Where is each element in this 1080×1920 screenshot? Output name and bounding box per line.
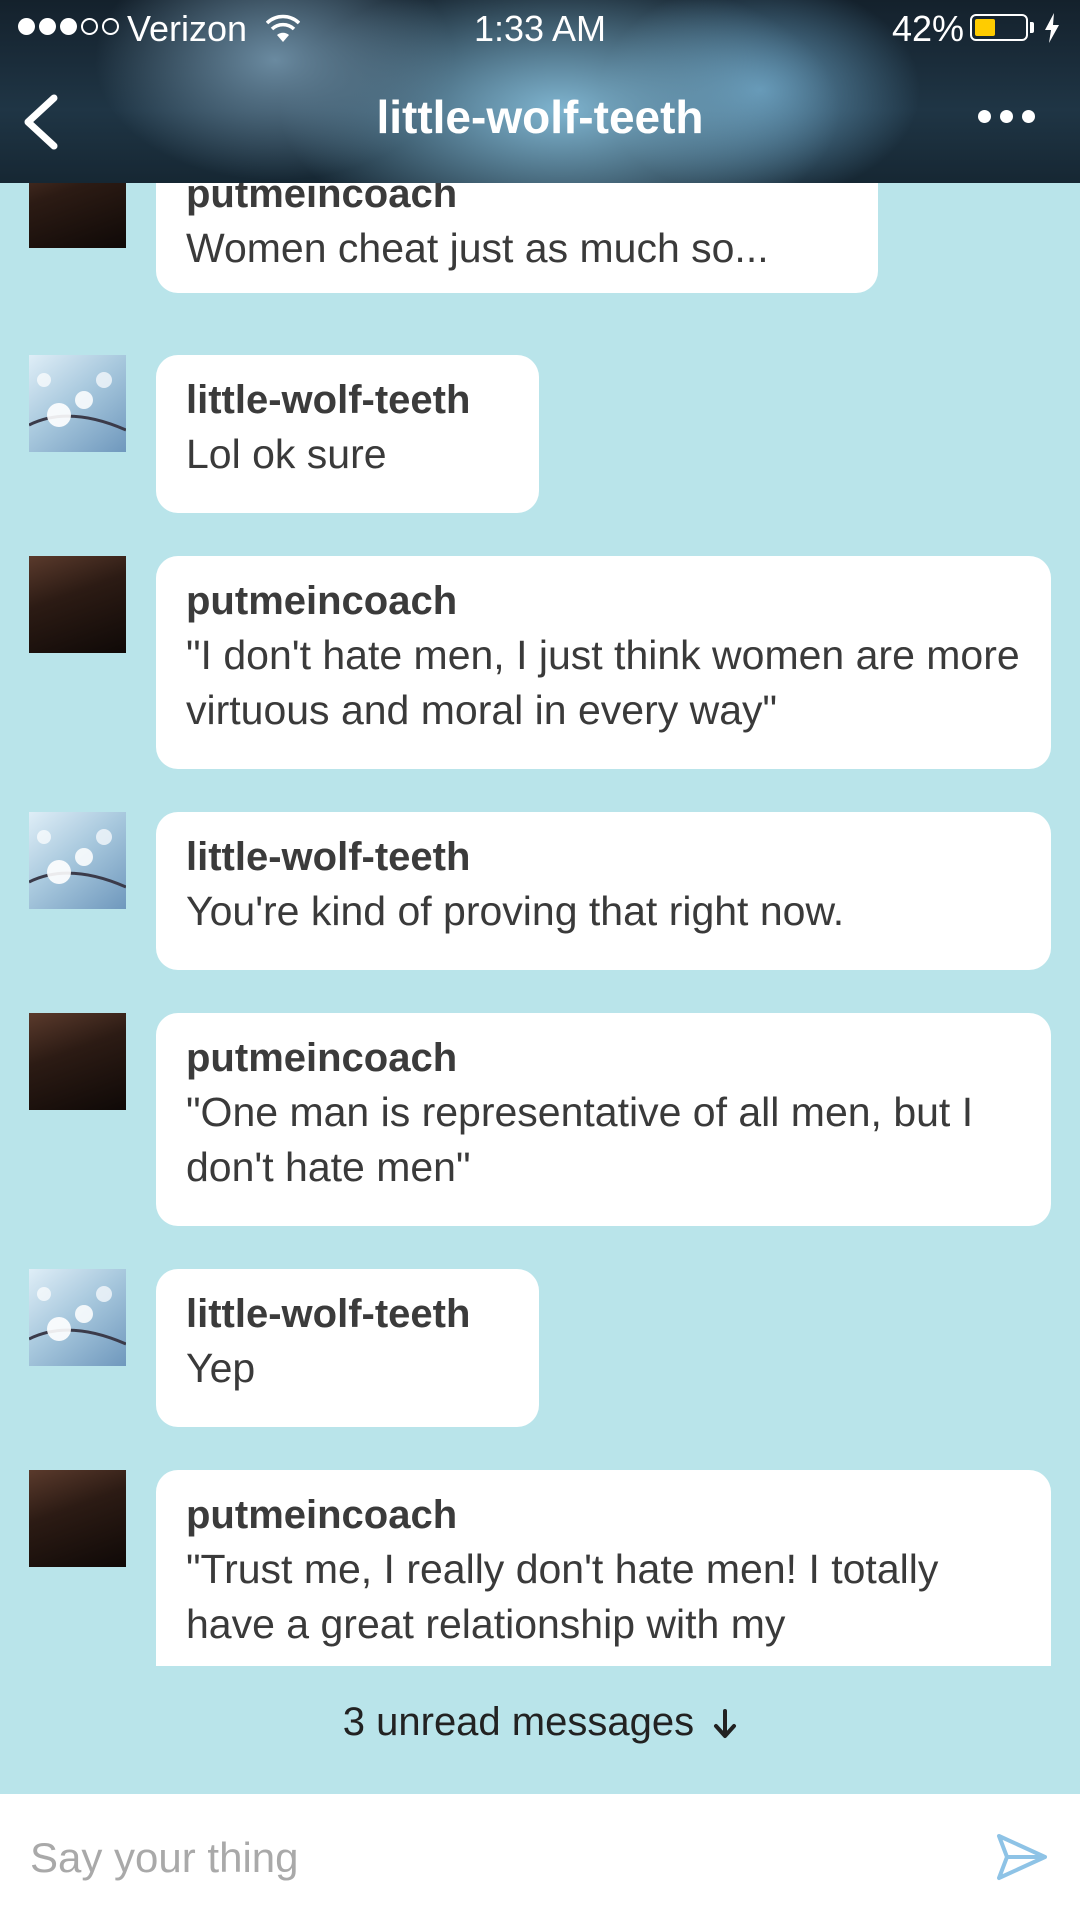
battery-level-fill bbox=[975, 19, 995, 36]
message-list[interactable]: putmeincoach Women cheat just as much so… bbox=[0, 183, 1080, 1666]
battery-percent: 42% bbox=[892, 8, 965, 49]
message-bubble: putmeincoach "I don't hate men, I just t… bbox=[156, 556, 1051, 769]
arrow-down-icon bbox=[714, 1709, 737, 1739]
message-bubble: putmeincoach Women cheat just as much so… bbox=[156, 183, 878, 293]
flower-avatar[interactable] bbox=[29, 1269, 126, 1366]
conversation-title: little-wolf-teeth bbox=[376, 91, 704, 143]
message-text: Lol ok sure bbox=[186, 431, 387, 477]
message-composer bbox=[0, 1794, 1080, 1920]
unread-messages-banner[interactable]: 3 unread messages bbox=[0, 1700, 1080, 1745]
blossom-image bbox=[29, 372, 126, 432]
battery-icon bbox=[970, 14, 1028, 41]
message-bubble: little-wolf-teeth You're kind of proving… bbox=[156, 812, 1051, 970]
message-text: "I don't hate men, I just think women ar… bbox=[186, 632, 1020, 733]
message-sender[interactable]: little-wolf-teeth bbox=[186, 377, 509, 423]
message-sender[interactable]: putmeincoach bbox=[186, 1492, 1021, 1538]
message-bubble: little-wolf-teeth Yep bbox=[156, 1269, 539, 1427]
blossom-image bbox=[29, 1286, 126, 1346]
flower-avatar[interactable] bbox=[29, 812, 126, 909]
header-bar: Verizon 1:33 AM 42% little-wolf-teeth bbox=[0, 0, 1080, 183]
message-text: Women cheat just as much so... bbox=[186, 225, 769, 271]
man-avatar[interactable] bbox=[29, 1470, 126, 1567]
message-sender[interactable]: putmeincoach bbox=[186, 1035, 1021, 1081]
send-icon[interactable] bbox=[995, 1830, 1049, 1884]
more-dot bbox=[978, 110, 991, 123]
message-bubble: putmeincoach "Trust me, I really don't h… bbox=[156, 1470, 1051, 1666]
nav-bar: little-wolf-teeth bbox=[0, 80, 1080, 160]
message-text: Yep bbox=[186, 1345, 256, 1391]
message-sender[interactable]: little-wolf-teeth bbox=[186, 834, 1021, 880]
message-bubble: little-wolf-teeth Lol ok sure bbox=[156, 355, 539, 513]
more-dot bbox=[1000, 110, 1013, 123]
more-dot bbox=[1022, 110, 1035, 123]
message-text: "One man is representative of all men, b… bbox=[186, 1089, 974, 1190]
man-avatar[interactable] bbox=[29, 1013, 126, 1110]
charging-bolt-icon bbox=[1045, 13, 1059, 43]
more-dots-icon[interactable] bbox=[978, 110, 1035, 123]
unread-messages-label: 3 unread messages bbox=[342, 1700, 695, 1744]
flower-avatar[interactable] bbox=[29, 355, 126, 452]
message-sender[interactable]: little-wolf-teeth bbox=[186, 1291, 509, 1337]
battery-tip bbox=[1030, 22, 1034, 33]
blossom-image bbox=[29, 829, 126, 889]
message-sender[interactable]: putmeincoach bbox=[186, 183, 848, 217]
man-avatar[interactable] bbox=[29, 183, 126, 248]
message-input[interactable] bbox=[28, 1822, 932, 1894]
man-avatar[interactable] bbox=[29, 556, 126, 653]
message-bubble: putmeincoach "One man is representative … bbox=[156, 1013, 1051, 1226]
message-text: "Trust me, I really don't hate men! I to… bbox=[186, 1546, 939, 1647]
message-sender[interactable]: putmeincoach bbox=[186, 578, 1021, 624]
message-text: You're kind of proving that right now. bbox=[186, 888, 845, 934]
status-bar: Verizon 1:33 AM 42% bbox=[0, 0, 1080, 60]
